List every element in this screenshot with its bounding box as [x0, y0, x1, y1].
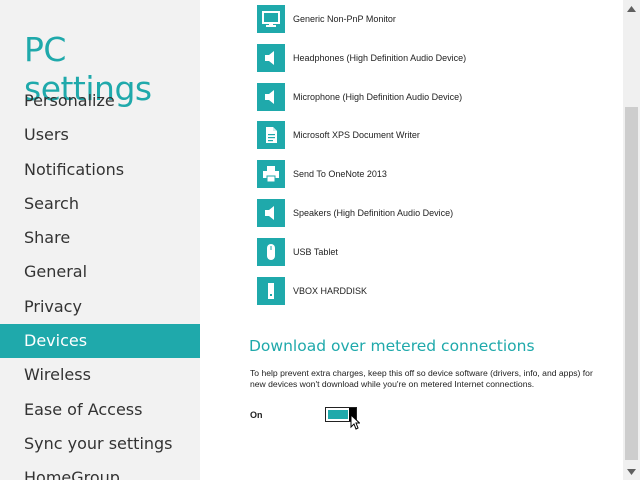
printer-icon — [257, 160, 285, 189]
device-item[interactable]: Headphones (High Definition Audio Device… — [257, 43, 587, 73]
speaker-icon — [257, 199, 285, 227]
sidebar-item-personalize[interactable]: Personalize — [0, 84, 200, 118]
device-label: USB Tablet — [293, 246, 338, 257]
sidebar: PC settings Personalize Users Notification… — [0, 0, 200, 480]
scroll-thumb[interactable] — [625, 107, 638, 460]
sidebar-nav: Personalize Users Notifications Search Share… — [0, 84, 200, 480]
device-item[interactable]: Send To OneNote 2013 — [257, 159, 587, 189]
document-icon — [257, 121, 285, 150]
device-item[interactable]: USB Tablet — [257, 237, 587, 267]
sidebar-item-wireless[interactable]: Wireless — [0, 358, 200, 392]
metered-description: To help prevent extra charges, keep this… — [250, 368, 593, 389]
mouse-cursor-icon — [350, 414, 360, 430]
sidebar-item-devices[interactable]: Devices — [0, 324, 200, 359]
device-label: Microphone (High Definition Audio Device… — [293, 91, 463, 102]
device-item[interactable]: VBOX HARDDISK — [257, 276, 587, 306]
sidebar-item-users[interactable]: Users — [0, 118, 200, 152]
sidebar-item-ease-of-access[interactable]: Ease of Access — [0, 393, 200, 427]
device-label: Microsoft XPS Document Writer — [293, 130, 420, 141]
sidebar-item-general[interactable]: General — [0, 255, 200, 289]
mouse-icon — [257, 237, 285, 266]
sidebar-item-privacy[interactable]: Privacy — [0, 290, 200, 324]
sidebar-item-search[interactable]: Search — [0, 187, 200, 221]
device-label: Headphones (High Definition Audio Device… — [293, 52, 467, 63]
sidebar-item-notifications[interactable]: Notifications — [0, 153, 200, 187]
monitor-icon — [257, 5, 285, 33]
speaker-icon — [257, 82, 285, 111]
main-content: Generic Non-PnP Monitor Headphones (High … — [200, 0, 623, 480]
sidebar-item-share[interactable]: Share — [0, 221, 200, 255]
toggle-fill — [328, 410, 348, 419]
scroll-up-icon[interactable] — [623, 0, 640, 17]
sidebar-item-sync-your-settings[interactable]: Sync your settings — [0, 427, 200, 461]
device-item[interactable]: Microsoft XPS Document Writer — [257, 120, 587, 150]
device-item[interactable]: Generic Non-PnP Monitor — [257, 4, 587, 34]
device-label: VBOX HARDDISK — [293, 285, 368, 296]
speaker-icon — [257, 43, 285, 72]
vertical-scrollbar[interactable] — [623, 0, 640, 480]
device-label: Send To OneNote 2013 — [293, 169, 387, 180]
device-label: Speakers (High Definition Audio Device) — [293, 208, 454, 218]
toggle-state-label: On — [250, 410, 263, 420]
metered-section-title: Download over metered connections — [249, 337, 535, 355]
sidebar-item-homegroup[interactable]: HomeGroup — [0, 461, 200, 480]
device-label: Generic Non-PnP Monitor — [293, 14, 396, 24]
device-item[interactable]: Microphone (High Definition Audio Device… — [257, 82, 587, 112]
scroll-down-icon[interactable] — [623, 463, 640, 480]
device-item[interactable]: Speakers (High Definition Audio Device) — [257, 198, 587, 228]
harddisk-icon — [257, 276, 285, 305]
